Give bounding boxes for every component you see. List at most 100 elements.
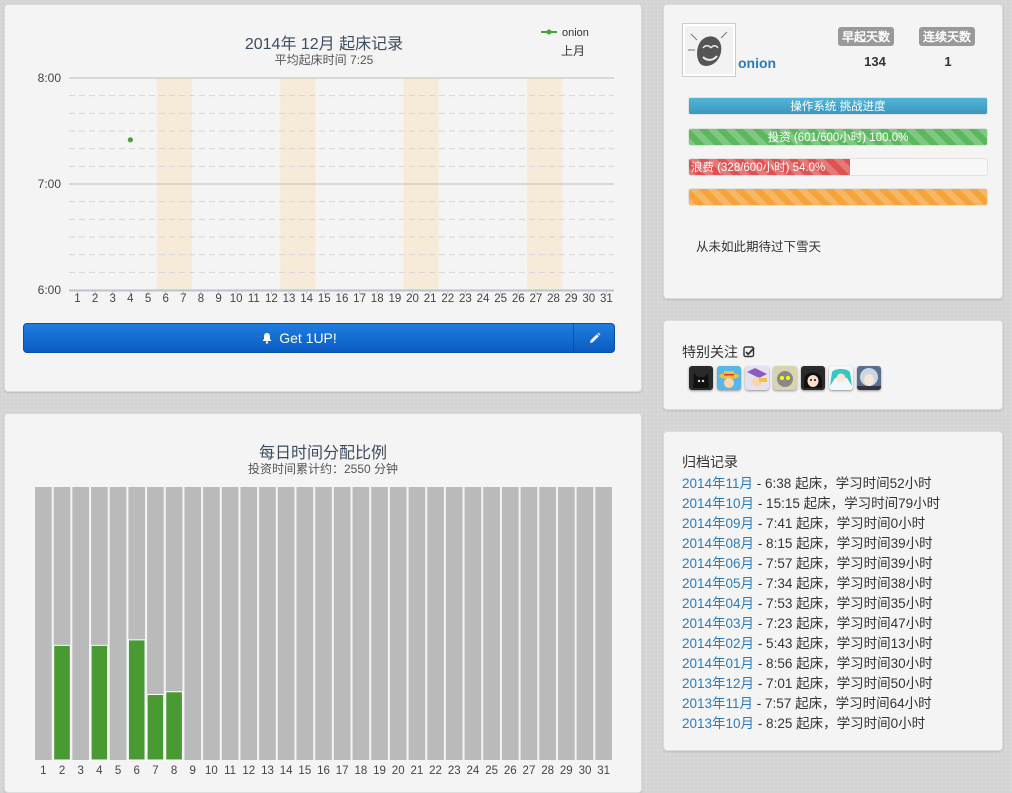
archive-month-link[interactable]: 2014年03月 [682,616,754,631]
progress-bar-1: 操作系统 挑战进度 [688,97,988,115]
x-tick-label: 12 [242,765,255,777]
x-tick-label: 3 [77,765,83,777]
progress-bar-3: 浪费 (328/600小时) 54.0% [688,158,988,176]
x-tick-label: 23 [459,293,472,305]
progress-bar-label: 浪费 (328/600小时) 54.0% [691,162,826,174]
x-tick-label: 10 [230,293,243,305]
edit-button[interactable] [573,324,614,352]
archive-summary: - 7:34 起床，学习时间38小时 [754,576,933,591]
archive-summary: - 8:25 起床，学习时间0小时 [754,716,926,731]
day-bar-background [520,487,538,760]
archive-month-link[interactable]: 2013年12月 [682,676,754,691]
archive-month-link[interactable]: 2014年10月 [682,496,754,511]
day-bar-background [240,487,258,760]
time-chart: 每日时间分配比例 投资时间累计约：2550 分钟 1 2 3 4 5 6 7 8 9 10 11 12… [35,444,612,777]
day-bar-background [389,487,407,760]
archive-month-link[interactable]: 2014年05月 [682,576,754,591]
x-tick-label: 18 [371,293,384,305]
day-bar-background [408,487,426,760]
check-square-icon[interactable] [743,346,755,358]
username-link[interactable]: onion [738,55,776,71]
archive-month-link[interactable]: 2014年02月 [682,636,754,651]
x-tick-label: 25 [494,293,507,305]
archive-month-link[interactable]: 2014年09月 [682,516,754,531]
day-bar-background [296,487,314,760]
archive-row: 2013年11月 - 7:57 起床，学习时间64小时 [682,692,932,712]
day-bar-background [203,487,220,760]
day-bar-background [35,487,52,760]
x-tick-label: 9 [215,293,221,305]
day-bar-background [483,487,500,760]
x-tick-label: 17 [336,765,349,777]
x-tick-label: 5 [145,293,151,305]
wake-chart-panel: 2014年 12月 起床记录 平均起床时间 7:25 onion 上月 8:00… [4,4,642,392]
x-tick-label: 7 [180,293,186,305]
x-tick-label: 23 [448,765,461,777]
archive-month-link[interactable]: 2014年01月 [682,656,754,671]
day-bar-background [464,487,482,760]
legend-prev-month[interactable]: 上月 [561,44,585,58]
streak-days-badge: 连续天数 [919,27,976,46]
day-bar-background [501,487,519,760]
follow-avatar-7[interactable] [857,366,881,390]
follow-avatar-6[interactable] [829,366,853,390]
x-tick-label: 15 [318,293,331,305]
follow-avatar-5[interactable] [801,366,825,390]
day-bar[interactable] [127,639,146,761]
archive-month-link[interactable]: 2014年11月 [682,476,753,491]
x-tick-label: 9 [190,765,196,777]
day-bar[interactable] [53,644,71,761]
day-bar[interactable] [165,691,183,761]
archive-row: 2014年03月 - 7:23 起床，学习时间47小时 [682,612,933,632]
archive-month-link[interactable]: 2013年11月 [682,696,753,711]
x-tick-label: 31 [597,765,610,777]
day-bar-background [352,487,370,760]
x-tick-label: 13 [283,293,296,305]
x-tick-label: 21 [410,765,423,777]
follow-avatar-4[interactable] [773,366,797,390]
legend-series-onion[interactable]: onion [562,27,589,39]
profile-panel: onion 早起天数 连续天数 134 1 从未如此期待过下雪天 操作系统 挑战… [663,4,1003,299]
x-tick-label: 30 [582,293,595,305]
x-tick-label: 29 [565,293,578,305]
day-bar-background [333,487,351,760]
day-bar[interactable] [146,693,165,761]
get-1up-button[interactable]: Get 1UP! [23,323,615,353]
follow-panel: 特别关注 [663,320,1003,410]
progress-bar-2: 投资 (601/600小时) 100.0% [688,128,988,146]
archive-summary: - 8:15 起床，学习时间39小时 [754,536,933,551]
x-tick-label: 27 [529,293,542,305]
x-tick-label: 27 [523,765,536,777]
follow-avatar-3[interactable] [745,366,769,390]
archive-summary: - 7:57 起床，学习时间64小时 [753,696,932,711]
archive-month-link[interactable]: 2014年04月 [682,596,754,611]
archive-month-link[interactable]: 2014年08月 [682,536,754,551]
follow-avatar-1[interactable] [689,366,713,390]
x-tick-label: 22 [441,293,454,305]
day-bar-background [427,487,444,760]
x-tick-label: 11 [224,765,236,777]
archive-summary: - 7:57 起床，学习时间39小时 [754,556,933,571]
wake-chart-subtitle: 平均起床时间 7:25 [275,53,374,67]
archive-row: 2014年10月 - 15:15 起床，学习时间79小时 [682,492,940,512]
archive-summary: - 7:01 起床，学习时间50小时 [754,676,933,691]
follow-avatar-2[interactable] [717,366,741,390]
get-1up-main[interactable]: Get 1UP! [24,324,574,352]
archive-summary: - 7:53 起床，学习时间35小时 [754,596,933,611]
day-bar[interactable] [90,644,109,761]
time-chart-title: 每日时间分配比例 [259,444,387,462]
archive-row: 2014年08月 - 8:15 起床，学习时间39小时 [682,532,933,552]
day-bar-background [557,487,575,760]
avatar[interactable] [682,23,736,77]
day-bar-background [259,487,276,760]
archive-month-link[interactable]: 2014年06月 [682,556,754,571]
wake-point[interactable] [127,137,133,143]
anime-avatar-icon [804,372,822,388]
x-tick-label: 18 [354,765,367,777]
wake-chart-legend[interactable]: onion 上月 [541,27,589,58]
time-chart-panel: 每日时间分配比例 投资时间累计约：2550 分钟 1 2 3 4 5 6 7 8 9 10 11 12… [4,413,642,793]
x-tick-label: 15 [298,765,311,777]
x-tick-label: 12 [265,293,278,305]
archive-month-link[interactable]: 2013年10月 [682,716,754,731]
wake-chart: 2014年 12月 起床记录 平均起床时间 7:25 onion 上月 8:00… [38,27,614,305]
